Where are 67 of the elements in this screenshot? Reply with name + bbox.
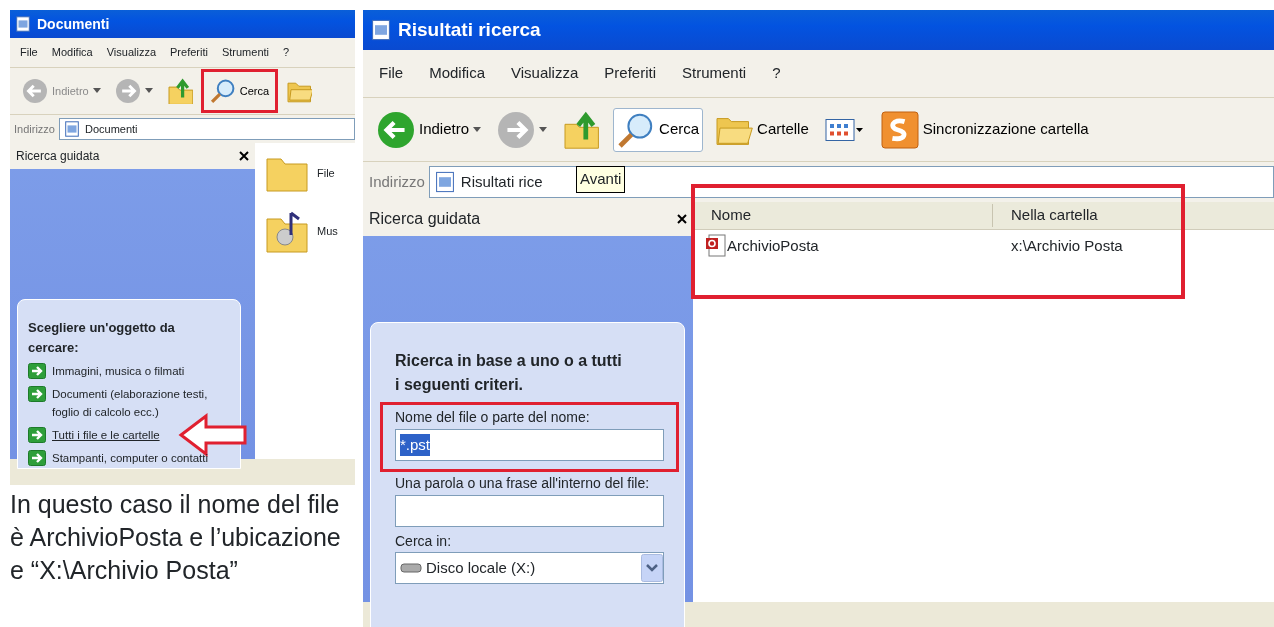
- folder-path: x:\Archivio Posta: [1010, 235, 1123, 256]
- address-label: Indirizzo: [369, 171, 425, 192]
- select-value: Disco locale (X:): [426, 558, 536, 579]
- address-text: Risultati rice: [460, 171, 543, 192]
- menu-item[interactable]: Strumenti: [682, 62, 747, 85]
- pane-title: Ricerca guidata: [369, 209, 481, 229]
- menu-item[interactable]: Strumenti: [221, 44, 269, 61]
- text-field[interactable]: *.pst: [395, 428, 664, 461]
- dropdown-caret-icon: [92, 88, 101, 94]
- file-name[interactable]: Mus: [317, 222, 338, 240]
- toolbar-button[interactable]: Sincronizzazione cartella: [876, 107, 1093, 152]
- search-option-link[interactable]: Tutti i file e le cartelle: [52, 426, 160, 444]
- folder-up-arrow-icon: [563, 110, 602, 149]
- arrow-right-icon: [28, 363, 46, 379]
- window-title: Risultati ricerca: [398, 17, 541, 42]
- dropdown-caret-icon: [473, 126, 482, 133]
- document-icon: [14, 15, 32, 33]
- mail-file-icon: [705, 234, 727, 258]
- file-name[interactable]: ArchivioPosta: [727, 234, 819, 258]
- document-icon: [369, 18, 393, 42]
- drive-select[interactable]: Disco locale (X:): [395, 552, 664, 585]
- dropdown-caret-icon: [539, 126, 548, 133]
- file-name[interactable]: File: [317, 164, 335, 182]
- search-option-link[interactable]: Documenti (elaborazione testi, foglio di calcolo ecc.): [52, 386, 232, 421]
- magnifier-icon: [209, 78, 236, 104]
- arrow-right-icon: [28, 386, 46, 403]
- field-value: *.pst: [400, 433, 430, 457]
- menu-item[interactable]: ?: [283, 44, 290, 61]
- menu-item[interactable]: ?: [772, 62, 781, 85]
- drive-icon: [400, 562, 422, 575]
- close-icon: [677, 214, 687, 224]
- arrow-right-icon: [28, 450, 46, 466]
- address-label: Indirizzo: [14, 121, 55, 137]
- sync-s-icon: [880, 110, 919, 149]
- pane-title: Ricerca guidata: [16, 148, 100, 165]
- column-header[interactable]: Nome: [693, 204, 993, 227]
- toolbar-button[interactable]: Cerca: [202, 71, 277, 111]
- address-text: Documenti: [84, 121, 138, 137]
- caption-text: In questo caso il nome del file è ArchivioPosta e l’ubicazione e “X:\Archivio Posta”: [10, 489, 342, 586]
- field-label: Nome del file o parte del nome:: [395, 409, 591, 426]
- menu-item[interactable]: Visualizza: [511, 62, 579, 85]
- arrow-right-icon: [28, 426, 46, 443]
- menu-item[interactable]: Modifica: [51, 44, 93, 61]
- close-icon: [239, 151, 249, 161]
- menu-item[interactable]: Modifica: [429, 62, 486, 85]
- menu-item[interactable]: File: [20, 44, 38, 61]
- field-label: Una parola o una frase all'interno del file:: [395, 474, 651, 492]
- pane-heading: Scegliere un'oggetto da cercare:: [28, 319, 176, 357]
- address-field[interactable]: Documenti: [58, 117, 355, 141]
- tooltip: Avanti: [576, 166, 626, 193]
- search-option-link[interactable]: Immagini, musica o filmati: [52, 363, 185, 381]
- column-header[interactable]: Nella cartella: [993, 204, 1233, 227]
- menu-item[interactable]: Visualizza: [106, 44, 157, 61]
- window-title: Documenti: [37, 14, 110, 34]
- document-icon: [62, 120, 81, 138]
- toolbar-button[interactable]: Indietro: [373, 107, 486, 152]
- field-label: Cerca in:: [395, 532, 453, 550]
- menu-item[interactable]: File: [379, 62, 404, 85]
- pane-heading: Ricerca in base a uno o a tutti i seguenti criteri.: [395, 351, 623, 395]
- toolbar-button[interactable]: Cartelle: [711, 107, 813, 152]
- text-field[interactable]: [395, 494, 664, 527]
- search-option-link[interactable]: Stampanti, computer o contatti: [52, 450, 208, 468]
- menu-item[interactable]: Preferiti: [170, 44, 208, 61]
- dropdown-caret-icon: [144, 88, 153, 94]
- menu-item[interactable]: Preferiti: [604, 62, 656, 85]
- folder-up-arrow-icon: [166, 78, 193, 104]
- toolbar-button[interactable]: Cerca: [613, 107, 704, 152]
